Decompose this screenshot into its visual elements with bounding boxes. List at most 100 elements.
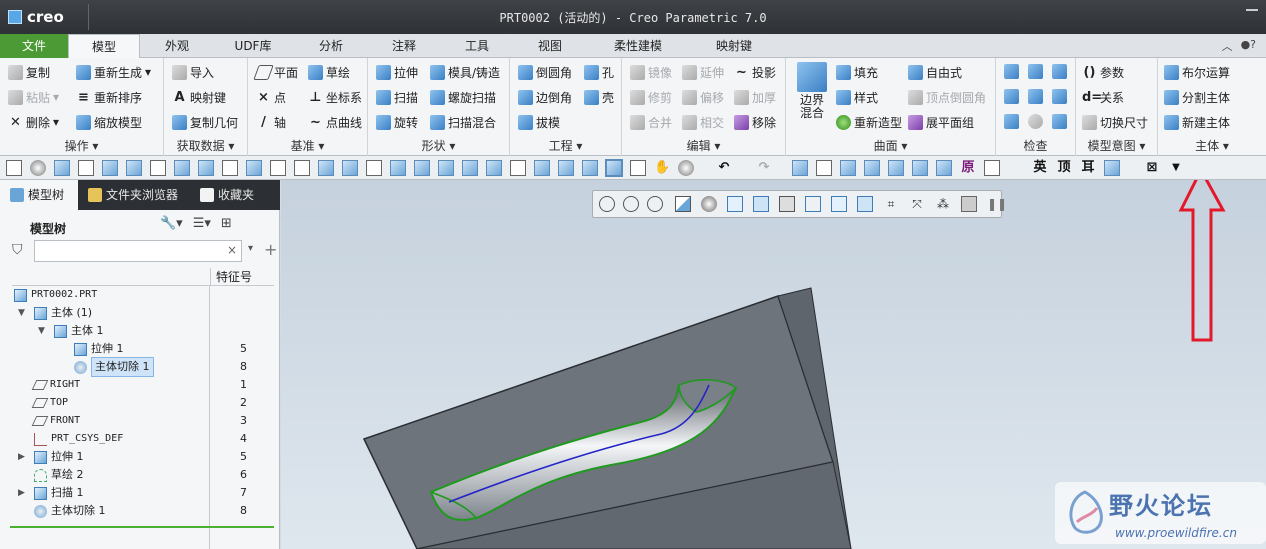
group-label-editing[interactable]: 编辑 ▾ bbox=[622, 137, 785, 154]
point-display-icon[interactable] bbox=[318, 160, 334, 176]
parameters-button[interactable]: () 参数 bbox=[1082, 62, 1124, 82]
search-dropdown-icon[interactable]: ▾ bbox=[248, 243, 253, 254]
orient-icon[interactable] bbox=[534, 160, 550, 176]
help-icon[interactable]: ●? bbox=[1241, 38, 1256, 54]
axis-display-icon[interactable] bbox=[270, 160, 286, 176]
tree-row[interactable]: 草绘 26 bbox=[0, 466, 280, 484]
open-icon[interactable] bbox=[102, 160, 118, 176]
vertex-round-button[interactable]: 顶点倒圆角 bbox=[908, 87, 986, 107]
tree-row[interactable]: TOP 2 bbox=[0, 394, 280, 412]
paste-button[interactable]: 粘贴 ▾ bbox=[8, 87, 59, 107]
sweep-button[interactable]: 扫描 bbox=[376, 87, 418, 107]
expand-arrow-icon[interactable]: ▼ bbox=[18, 304, 25, 322]
group-label-engineering[interactable]: 工程 ▾ bbox=[510, 137, 621, 154]
tab-file[interactable]: 文件 bbox=[0, 34, 68, 58]
tab-favorites[interactable]: 收藏夹 bbox=[194, 180, 274, 210]
insert-indicator[interactable] bbox=[10, 526, 274, 528]
saved-view-icon[interactable] bbox=[198, 160, 214, 176]
tree-search-input[interactable]: × bbox=[34, 240, 242, 262]
tree-row[interactable]: FRONT 3 bbox=[0, 412, 280, 430]
original-text-button[interactable]: 原 bbox=[960, 160, 976, 176]
appearance-icon[interactable] bbox=[486, 160, 502, 176]
window-layout-icon[interactable] bbox=[1104, 160, 1120, 176]
curvature-icon[interactable] bbox=[1052, 89, 1067, 104]
boundary-blend-button[interactable]: 边界混合 bbox=[792, 62, 832, 128]
freestyle-button[interactable]: 自由式 bbox=[908, 62, 962, 82]
tab-appearance[interactable]: 外观 bbox=[140, 34, 214, 58]
top-text-button[interactable]: 顶 bbox=[1056, 160, 1072, 176]
round-button[interactable]: 倒圆角 bbox=[518, 62, 572, 82]
tree-row[interactable]: ▼ 主体 (1) bbox=[0, 304, 280, 322]
boolean-button[interactable]: 布尔运算 bbox=[1164, 62, 1230, 82]
annotation-display-icon[interactable] bbox=[366, 160, 382, 176]
angle-icon[interactable] bbox=[1028, 64, 1043, 79]
curve-button[interactable]: ∼ 点曲线 bbox=[308, 112, 362, 132]
undo-icon[interactable]: ↶ bbox=[716, 160, 732, 176]
tab-model-tree[interactable]: 模型树 bbox=[0, 180, 78, 210]
sketch-button[interactable]: 草绘 bbox=[308, 62, 350, 82]
axis-button[interactable]: / 轴 bbox=[256, 112, 286, 132]
window-icon[interactable] bbox=[174, 160, 190, 176]
tree-row[interactable]: 主体切除 18 bbox=[0, 502, 280, 520]
copy-geometry-button[interactable]: 复制几何 bbox=[172, 112, 238, 132]
draft-check-icon[interactable] bbox=[1028, 89, 1043, 104]
distance-icon[interactable] bbox=[1004, 89, 1019, 104]
group-icon[interactable] bbox=[438, 160, 454, 176]
layer-icon[interactable] bbox=[462, 160, 478, 176]
save-icon[interactable] bbox=[54, 160, 70, 176]
split-body-button[interactable]: 分割主体 bbox=[1164, 87, 1230, 107]
document-icon[interactable] bbox=[150, 160, 166, 176]
switch-dimensions-button[interactable]: 切换尺寸 bbox=[1082, 112, 1148, 132]
tab-analysis[interactable]: 分析 bbox=[292, 34, 370, 58]
redo-icon[interactable]: ↷ bbox=[756, 160, 772, 176]
new-body-button[interactable]: 新建主体 bbox=[1164, 112, 1230, 132]
group-label-model-intent[interactable]: 模型意图 ▾ bbox=[1076, 137, 1157, 154]
tab-tools[interactable]: 工具 bbox=[438, 34, 516, 58]
feature-icon[interactable] bbox=[390, 160, 406, 176]
clear-search-icon[interactable]: × bbox=[227, 243, 237, 257]
shell-button[interactable]: 壳 bbox=[584, 87, 614, 107]
tab-folder-browser[interactable]: 文件夹浏览器 bbox=[82, 180, 192, 210]
collapse-ribbon-icon[interactable]: ︿ bbox=[1222, 38, 1233, 54]
pattern-icon[interactable] bbox=[414, 160, 430, 176]
ear-text-button[interactable]: 耳 bbox=[1080, 160, 1096, 176]
minimize-button[interactable] bbox=[1246, 9, 1258, 11]
swept-blend-button[interactable]: 扫描混合 bbox=[430, 112, 496, 132]
group-label-shapes[interactable]: 形状 ▾ bbox=[368, 137, 509, 154]
window-close-icon[interactable] bbox=[816, 160, 832, 176]
merge-button[interactable]: 合并 bbox=[630, 112, 672, 132]
section-icon[interactable] bbox=[510, 160, 526, 176]
tab-model[interactable]: 模型 bbox=[68, 34, 140, 59]
close-window-icon[interactable]: ⊠ bbox=[1144, 160, 1160, 176]
intersect-button[interactable]: 相交 bbox=[682, 112, 724, 132]
filter-icon[interactable]: ⛉ bbox=[12, 242, 23, 258]
tab-udf[interactable]: UDF库 bbox=[214, 34, 292, 58]
hole-button[interactable]: 孔 bbox=[584, 62, 614, 82]
regenerate-button[interactable]: 重新生成 ▾ bbox=[76, 62, 151, 82]
tree-row[interactable]: ▶ 拉伸 15 bbox=[0, 448, 280, 466]
measure-icon[interactable] bbox=[1004, 64, 1019, 79]
draft-button[interactable]: 拔模 bbox=[518, 112, 560, 132]
mass-icon[interactable] bbox=[1052, 114, 1067, 129]
thicken-button[interactable]: 加厚 bbox=[734, 87, 776, 107]
shaded-edges-icon[interactable] bbox=[605, 159, 623, 177]
group-label-operations[interactable]: 操作 ▾ bbox=[0, 137, 163, 154]
select-icon[interactable] bbox=[630, 160, 646, 176]
import-button[interactable]: 导入 bbox=[172, 62, 214, 82]
box-icon[interactable] bbox=[912, 160, 928, 176]
style-button[interactable]: 样式 bbox=[836, 87, 878, 107]
mapkey-button[interactable]: A 映射键 bbox=[172, 87, 226, 107]
display-style-icon[interactable] bbox=[864, 160, 880, 176]
point-button[interactable]: × 点 bbox=[256, 87, 286, 107]
tree-row[interactable]: 主体切除 18 bbox=[0, 357, 280, 377]
add-filter-icon[interactable]: + bbox=[264, 240, 277, 259]
english-text-button[interactable]: 英 bbox=[1032, 160, 1048, 176]
tab-view[interactable]: 视图 bbox=[516, 34, 584, 58]
collapse-arrow-icon[interactable]: ▶ bbox=[18, 484, 25, 502]
tree-row[interactable]: RIGHT 1 bbox=[0, 376, 280, 394]
expand-arrow-icon[interactable]: ▼ bbox=[38, 322, 45, 340]
csys-button[interactable]: ⊥ 坐标系 bbox=[308, 87, 362, 107]
sphere-icon[interactable] bbox=[30, 160, 46, 176]
extend-button[interactable]: 延伸 bbox=[682, 62, 724, 82]
project-button[interactable]: ∼ 投影 bbox=[734, 62, 776, 82]
